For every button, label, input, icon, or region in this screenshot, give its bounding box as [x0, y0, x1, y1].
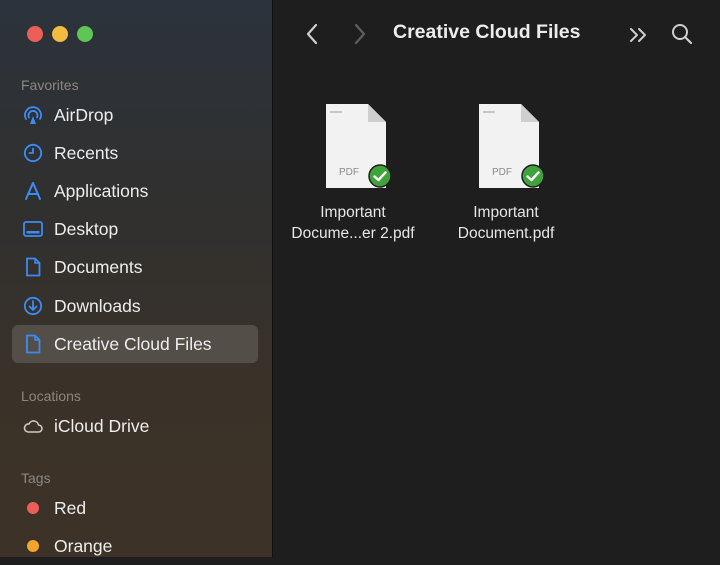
sidebar-item-downloads[interactable]: Downloads — [12, 287, 258, 325]
back-button[interactable] — [301, 22, 323, 46]
sidebar-item-label: Applications — [54, 180, 149, 201]
file-name: Important Docume...er 2.pdf — [283, 202, 423, 244]
favorites-section-label: Favorites — [21, 77, 79, 93]
sidebar-item-documents[interactable]: Documents — [12, 248, 258, 286]
file-name-line: Important — [473, 204, 539, 221]
clock-icon — [22, 142, 44, 164]
cloud-icon — [22, 415, 44, 437]
file-name-line: Important — [320, 204, 386, 221]
sidebar: Favorites AirDrop Recents Applications D… — [0, 0, 273, 557]
synced-check-icon — [521, 164, 545, 193]
airdrop-icon — [22, 104, 44, 126]
orange-tag-dot-icon — [27, 540, 39, 552]
download-icon — [22, 295, 44, 317]
red-tag-dot-icon — [27, 502, 39, 514]
sidebar-item-label: Desktop — [54, 218, 119, 239]
sidebar-item-label: iCloud Drive — [54, 415, 150, 436]
file-name-line: Docume...er 2.pdf — [291, 225, 415, 242]
tags-section-label: Tags — [21, 470, 51, 486]
sidebar-item-creative-cloud-files[interactable]: Creative Cloud Files — [12, 325, 258, 363]
main-content: Creative Cloud Files PDF Important Docum… — [273, 0, 720, 557]
sidebar-item-applications[interactable]: Applications — [12, 172, 258, 210]
chevron-left-icon — [306, 23, 318, 45]
zoom-window-button[interactable] — [77, 26, 93, 42]
minimize-window-button[interactable] — [52, 26, 68, 42]
sidebar-item-airdrop[interactable]: AirDrop — [12, 96, 258, 134]
file-icon — [22, 333, 44, 355]
chevron-right-icon — [354, 23, 366, 45]
pdf-file-icon: PDF — [318, 102, 392, 190]
file-item[interactable]: PDF Important Docume...er 2.pdf — [283, 102, 423, 244]
applications-icon — [22, 180, 44, 202]
double-chevron-icon — [630, 28, 646, 42]
sidebar-item-label: AirDrop — [54, 104, 114, 125]
file-name-line: Document.pdf — [457, 225, 555, 242]
sidebar-item-label: Creative Cloud Files — [54, 333, 212, 354]
file-type-label: PDF — [492, 167, 512, 178]
sidebar-item-label: Orange — [54, 535, 113, 556]
toolbar: Creative Cloud Files — [273, 0, 720, 68]
sidebar-item-label: Documents — [54, 256, 143, 277]
close-window-button[interactable] — [27, 26, 43, 42]
search-icon — [672, 24, 693, 45]
sidebar-item-recents[interactable]: Recents — [12, 134, 258, 172]
locations-section-label: Locations — [21, 388, 81, 404]
sidebar-item-label: Red — [54, 497, 87, 518]
file-name: Important Document.pdf — [436, 202, 576, 244]
sidebar-item-label: Downloads — [54, 295, 141, 316]
search-button[interactable] — [669, 20, 695, 48]
desktop-icon — [22, 218, 44, 240]
file-item[interactable]: PDF Important Document.pdf — [436, 102, 576, 244]
file-type-label: PDF — [339, 167, 359, 178]
forward-button[interactable] — [349, 22, 371, 46]
sidebar-item-icloud-drive[interactable]: iCloud Drive — [12, 407, 258, 445]
document-icon — [22, 256, 44, 278]
sidebar-item-desktop[interactable]: Desktop — [12, 210, 258, 248]
window-title: Creative Cloud Files — [393, 21, 581, 43]
synced-check-icon — [368, 164, 392, 193]
pdf-file-icon: PDF — [471, 102, 545, 190]
sidebar-item-tag-orange[interactable]: Orange — [12, 527, 258, 565]
window-controls — [27, 26, 93, 42]
sidebar-item-tag-red[interactable]: Red — [12, 489, 258, 527]
sidebar-item-label: Recents — [54, 142, 119, 163]
toolbar-overflow-button[interactable] — [626, 23, 652, 47]
